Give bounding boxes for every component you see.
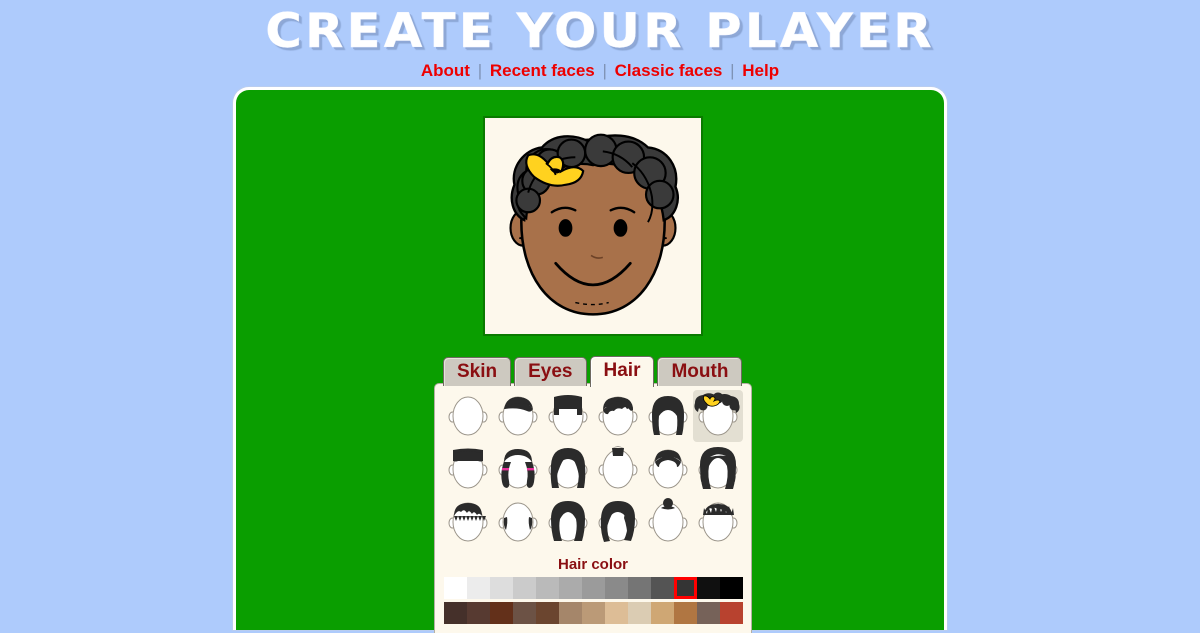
hair-color-swatch-0-1[interactable] <box>466 577 490 599</box>
hair-color-swatch-0-7[interactable] <box>604 577 628 599</box>
tab-skin[interactable]: Skin <box>443 357 512 386</box>
hair-color-swatch-1-5[interactable] <box>558 602 582 624</box>
nav-link-about[interactable]: About <box>421 61 470 80</box>
hair-picker-panel: Hair color <box>434 383 752 633</box>
hairstyle-option-flat-top[interactable] <box>543 390 593 442</box>
nav-separator: | <box>602 61 607 80</box>
category-tabs: Skin Eyes Hair Mouth <box>443 356 743 387</box>
hair-color-swatch-1-10[interactable] <box>673 602 697 624</box>
hair-color-swatch-1-4[interactable] <box>535 602 559 624</box>
hair-color-swatch-0-8[interactable] <box>627 577 651 599</box>
hairstyle-option-long-parted[interactable] <box>543 496 593 548</box>
hair-color-swatch-0-10[interactable] <box>673 577 697 599</box>
hair-color-swatch-1-1[interactable] <box>466 602 490 624</box>
hair-color-swatch-1-3[interactable] <box>512 602 536 624</box>
hairstyle-option-pigtails[interactable] <box>493 443 543 495</box>
nav-link-help[interactable]: Help <box>742 61 779 80</box>
hairstyle-option-spiky-punk[interactable] <box>693 496 743 548</box>
tab-hair[interactable]: Hair <box>589 356 655 387</box>
hairstyle-option-curly-with-bow[interactable] <box>693 390 743 442</box>
top-nav: About | Recent faces | Classic faces | H… <box>0 61 1200 81</box>
hair-color-swatch-1-7[interactable] <box>604 602 628 624</box>
nav-separator: | <box>730 61 735 80</box>
hair-color-row-brown <box>441 602 745 624</box>
tab-mouth[interactable]: Mouth <box>657 357 743 386</box>
hair-color-swatch-1-2[interactable] <box>489 602 513 624</box>
face-illustration <box>485 118 701 334</box>
hair-color-swatch-0-4[interactable] <box>535 577 559 599</box>
hair-color-swatch-0-11[interactable] <box>696 577 720 599</box>
hair-color-swatch-0-12[interactable] <box>719 577 743 599</box>
hair-color-swatch-0-0[interactable] <box>443 577 467 599</box>
face-preview <box>483 116 703 336</box>
hair-color-swatch-0-5[interactable] <box>558 577 582 599</box>
hairstyle-option-short-side-part[interactable] <box>493 390 543 442</box>
hair-color-swatch-0-9[interactable] <box>650 577 674 599</box>
hair-color-swatch-0-6[interactable] <box>581 577 605 599</box>
nav-link-recent-faces[interactable]: Recent faces <box>490 61 595 80</box>
nav-link-classic-faces[interactable]: Classic faces <box>615 61 723 80</box>
hairstyle-option-asymmetric-bob[interactable] <box>593 496 643 548</box>
hair-color-swatch-1-9[interactable] <box>650 602 674 624</box>
hairstyle-option-bald[interactable] <box>443 390 493 442</box>
page-title: CREATE YOUR PLAYER <box>265 4 935 59</box>
hairstyle-option-receding-short[interactable] <box>643 443 693 495</box>
hair-color-row-grayscale <box>441 577 745 599</box>
hairstyle-option-straight-bangs[interactable] <box>443 443 493 495</box>
hair-color-swatch-1-0[interactable] <box>443 602 467 624</box>
tab-eyes[interactable]: Eyes <box>514 357 587 386</box>
hairstyle-option-wavy-short[interactable] <box>593 390 643 442</box>
hairstyle-option-big-wavy-long[interactable] <box>693 443 743 495</box>
hairstyle-option-long-bob[interactable] <box>643 390 693 442</box>
hairstyle-option-long-wavy[interactable] <box>543 443 593 495</box>
hairstyle-option-spiky-short[interactable] <box>443 496 493 548</box>
hairstyle-option-top-tuft[interactable] <box>593 443 643 495</box>
hairstyle-option-top-bun[interactable] <box>643 496 693 548</box>
hair-color-swatch-1-11[interactable] <box>696 602 720 624</box>
hair-color-swatch-1-8[interactable] <box>627 602 651 624</box>
hairstyle-grid <box>441 390 745 548</box>
hair-color-swatch-0-2[interactable] <box>489 577 513 599</box>
hair-color-swatch-1-12[interactable] <box>719 602 743 624</box>
hairstyle-option-balding-sides[interactable] <box>493 496 543 548</box>
nav-separator: | <box>477 61 483 80</box>
page-header: CREATE YOUR PLAYER About | Recent faces … <box>0 0 1200 81</box>
hair-color-swatch-0-3[interactable] <box>512 577 536 599</box>
hair-color-swatch-1-6[interactable] <box>581 602 605 624</box>
hair-color-label: Hair color <box>557 556 629 573</box>
editor-stage: Skin Eyes Hair Mouth Hair color <box>233 87 947 633</box>
